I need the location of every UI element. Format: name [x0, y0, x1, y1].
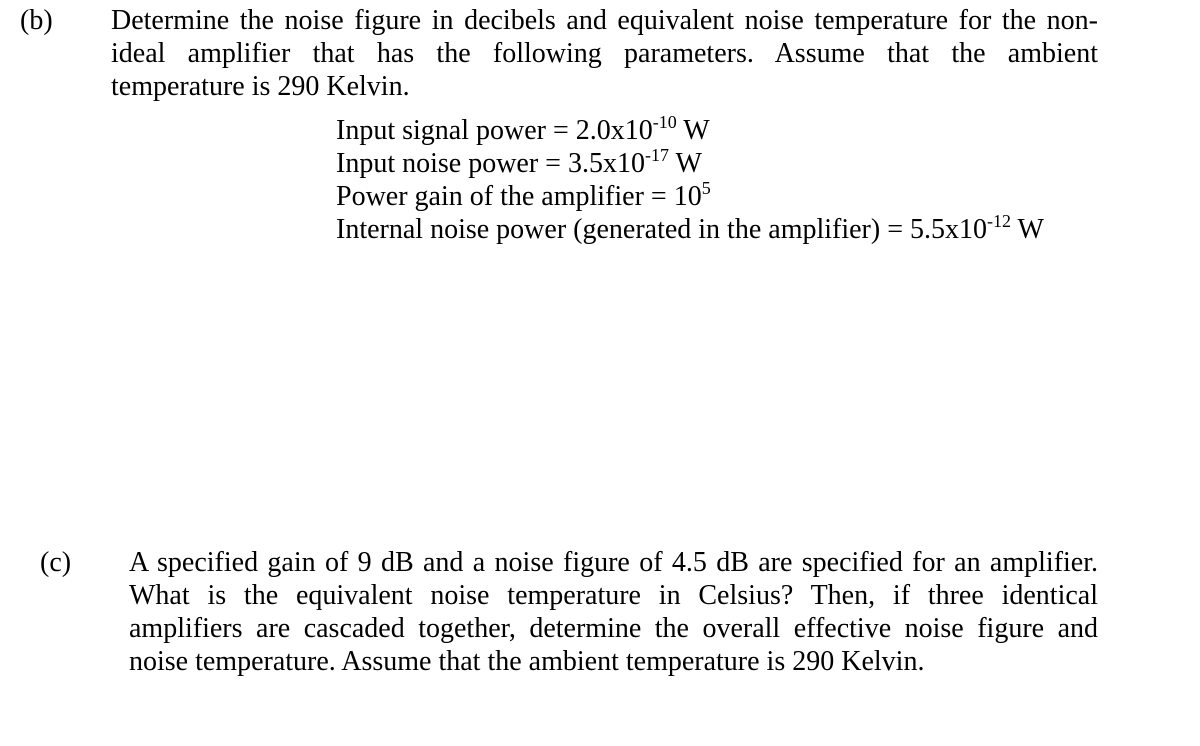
- part-c-prompt: A specified gain of 9 dB and a noise fig…: [129, 546, 1098, 678]
- parameter-list: Input signal power = 2.0x10-10 W Input n…: [336, 112, 1044, 246]
- part-b-line-1: Determine the noise figure in decibels a…: [111, 5, 1098, 36]
- part-c-line-1: A specified gain of 9 dB and a noise fig…: [129, 547, 1098, 578]
- part-b-line-2: ideal amplifier that has the following p…: [111, 38, 1098, 69]
- parameter-input-signal-power: Input signal power = 2.0x10-10 W: [336, 112, 710, 146]
- part-c-line-3: amplifiers are cascaded together, determ…: [129, 613, 1098, 644]
- part-c-line-4: noise temperature. Assume that the ambie…: [129, 646, 925, 677]
- parameter-internal-noise-power: Internal noise power (generated in the a…: [336, 211, 1044, 245]
- part-b-label: (b): [20, 5, 53, 36]
- part-c-label: (c): [40, 547, 72, 578]
- part-b-prompt: Determine the noise figure in decibels a…: [111, 4, 1098, 103]
- parameter-input-noise-power: Input noise power = 3.5x10-17 W: [336, 145, 702, 179]
- part-b-line-3: temperature is 290 Kelvin.: [111, 71, 410, 102]
- part-c-line-2: What is the equivalent noise temperature…: [129, 580, 1098, 611]
- parameter-power-gain: Power gain of the amplifier = 105: [336, 178, 711, 212]
